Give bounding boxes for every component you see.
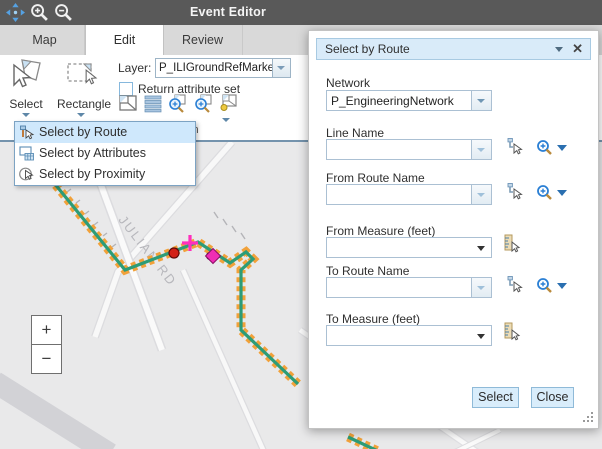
select-polygon-icon bbox=[9, 57, 43, 91]
zoom-to-selection-icon[interactable] bbox=[167, 93, 187, 113]
network-dropdown-button[interactable] bbox=[471, 91, 491, 110]
to-measure-combobox[interactable] bbox=[326, 325, 492, 346]
menu-item-select-by-route[interactable]: Select by Route bbox=[15, 122, 195, 143]
show-selection-icon[interactable] bbox=[118, 93, 138, 113]
from-measure-pick-icon[interactable] bbox=[502, 234, 521, 253]
rectangle-tool-button[interactable]: Rectangle bbox=[57, 57, 105, 117]
rectangle-select-icon bbox=[64, 57, 98, 91]
menu-item-select-by-attributes[interactable]: Select by Attributes bbox=[15, 143, 195, 164]
line-zoom-icon[interactable] bbox=[536, 139, 553, 156]
from-route-label: From Route Name bbox=[326, 171, 425, 185]
map-zoom-in-button[interactable]: + bbox=[31, 315, 62, 345]
panel-collapse-icon[interactable] bbox=[555, 47, 563, 52]
selection-options-icon[interactable] bbox=[218, 93, 238, 113]
zoom-in-icon[interactable] bbox=[30, 3, 49, 22]
event-editor-app: JULIAN RD bbox=[0, 0, 602, 449]
map-zoom-widget: + − bbox=[31, 315, 62, 374]
panel-close-icon[interactable]: ✕ bbox=[572, 41, 583, 57]
select-dropdown-caret[interactable] bbox=[22, 113, 30, 117]
line-name-combobox[interactable] bbox=[326, 139, 492, 160]
menu-item-select-by-proximity[interactable]: Select by Proximity bbox=[15, 164, 195, 185]
select-tool-button[interactable]: Select bbox=[6, 57, 46, 117]
pan-icon[interactable] bbox=[6, 3, 25, 22]
layer-label: Layer: bbox=[118, 61, 151, 75]
to-route-select-on-map-icon[interactable] bbox=[505, 275, 524, 294]
to-route-label: To Route Name bbox=[326, 264, 409, 278]
zoom-out-icon[interactable] bbox=[54, 3, 73, 22]
to-measure-pick-icon[interactable] bbox=[502, 322, 521, 341]
to-route-zoom-icon[interactable] bbox=[536, 277, 553, 294]
to-route-zoom-caret[interactable] bbox=[557, 283, 567, 289]
to-route-combobox[interactable] bbox=[326, 277, 492, 298]
from-measure-label: From Measure (feet) bbox=[326, 224, 435, 238]
selection-options-caret[interactable] bbox=[222, 118, 230, 122]
from-route-zoom-caret[interactable] bbox=[557, 190, 567, 196]
select-by-route-icon bbox=[18, 124, 35, 141]
to-measure-dropdown-arrow[interactable] bbox=[477, 334, 485, 339]
selection-attributes-icon[interactable] bbox=[143, 93, 163, 113]
network-combobox[interactable]: P_EngineeringNetwork bbox=[326, 90, 492, 111]
select-by-proximity-icon bbox=[18, 166, 35, 183]
select-button[interactable]: Select bbox=[472, 387, 519, 408]
select-dropdown-menu: Select by Route Select by Attributes Sel… bbox=[14, 121, 196, 186]
line-name-label: Line Name bbox=[326, 126, 384, 140]
close-button[interactable]: Close bbox=[531, 387, 574, 408]
panel-resize-grip[interactable] bbox=[583, 412, 594, 423]
from-route-combobox[interactable] bbox=[326, 184, 492, 205]
layer-combobox[interactable]: P_ILIGroundRefMarkers bbox=[155, 58, 291, 78]
line-select-on-map-icon[interactable] bbox=[505, 137, 524, 156]
panel-title: Select by Route bbox=[325, 39, 410, 59]
layer-dropdown-button[interactable] bbox=[272, 59, 290, 77]
tab-map[interactable]: Map bbox=[5, 25, 85, 55]
from-route-dropdown-button[interactable] bbox=[471, 185, 491, 204]
titlebar: Event Editor bbox=[0, 0, 602, 25]
network-label: Network bbox=[326, 76, 370, 90]
to-route-dropdown-button[interactable] bbox=[471, 278, 491, 297]
tab-edit[interactable]: Edit bbox=[85, 25, 164, 55]
line-name-dropdown-button[interactable] bbox=[471, 140, 491, 159]
network-value: P_EngineeringNetwork bbox=[331, 94, 454, 108]
rectangle-dropdown-caret[interactable] bbox=[77, 113, 85, 117]
from-measure-combobox[interactable] bbox=[326, 237, 492, 258]
from-route-zoom-icon[interactable] bbox=[536, 184, 553, 201]
from-route-select-on-map-icon[interactable] bbox=[505, 182, 524, 201]
layer-value: P_ILIGroundRefMarkers bbox=[159, 62, 284, 74]
panel-header[interactable]: Select by Route ✕ bbox=[316, 38, 591, 60]
select-by-attributes-icon bbox=[18, 145, 35, 162]
red-point-marker bbox=[169, 248, 179, 258]
map-zoom-out-button[interactable]: − bbox=[31, 344, 62, 374]
to-measure-label: To Measure (feet) bbox=[326, 312, 420, 326]
from-measure-dropdown-arrow[interactable] bbox=[477, 246, 485, 251]
line-zoom-caret[interactable] bbox=[557, 145, 567, 151]
app-title: Event Editor bbox=[190, 5, 266, 19]
tab-review[interactable]: Review bbox=[163, 25, 243, 55]
select-by-route-panel: Select by Route ✕ Network P_EngineeringN… bbox=[308, 30, 599, 429]
map-markers[interactable] bbox=[169, 235, 221, 264]
pan-to-selection-icon[interactable] bbox=[193, 93, 213, 113]
